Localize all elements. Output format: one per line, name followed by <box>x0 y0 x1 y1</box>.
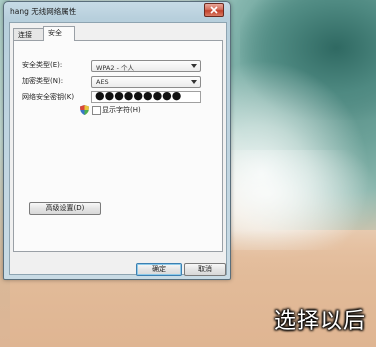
network-key-value: ●●●●●●●●● <box>95 89 182 102</box>
security-type-value: WPA2 - 个人 <box>96 64 134 72</box>
window-title: hang 无线网络属性 <box>10 7 77 16</box>
network-key-label: 网络安全密钥(K) <box>22 93 75 101</box>
tab-security[interactable]: 安全 <box>43 26 75 41</box>
close-button[interactable] <box>204 3 224 17</box>
dialog-client-area: 连接 安全 安全类型(E): WPA2 - 个人 加密类型(N): AES 网络… <box>9 22 227 276</box>
security-type-label: 安全类型(E): <box>22 61 63 69</box>
network-key-input[interactable]: ●●●●●●●●● <box>91 89 201 103</box>
security-tab-panel: 安全类型(E): WPA2 - 个人 加密类型(N): AES 网络安全密钥(K… <box>13 40 223 252</box>
wireless-properties-window: hang 无线网络属性 连接 安全 安全类型(E): WPA2 - 个人 加密类… <box>3 1 231 280</box>
chevron-down-icon <box>191 80 197 84</box>
title-bar[interactable]: hang 无线网络属性 <box>4 2 230 21</box>
show-characters-checkbox[interactable] <box>92 106 101 115</box>
security-type-select[interactable]: WPA2 - 个人 <box>91 60 201 72</box>
caption-text: 选择以后 <box>273 309 366 334</box>
advanced-settings-button[interactable]: 高级设置(D) <box>29 202 101 215</box>
ok-button[interactable]: 确定 <box>136 263 182 276</box>
encryption-type-value: AES <box>96 78 109 86</box>
chevron-down-icon <box>191 64 197 68</box>
encryption-type-label: 加密类型(N): <box>22 77 64 85</box>
close-icon <box>210 6 218 14</box>
show-characters-label: 显示字符(H) <box>102 106 141 114</box>
uac-shield-icon <box>80 105 89 115</box>
encryption-type-select[interactable]: AES <box>91 76 201 88</box>
cancel-button[interactable]: 取消 <box>184 263 226 276</box>
